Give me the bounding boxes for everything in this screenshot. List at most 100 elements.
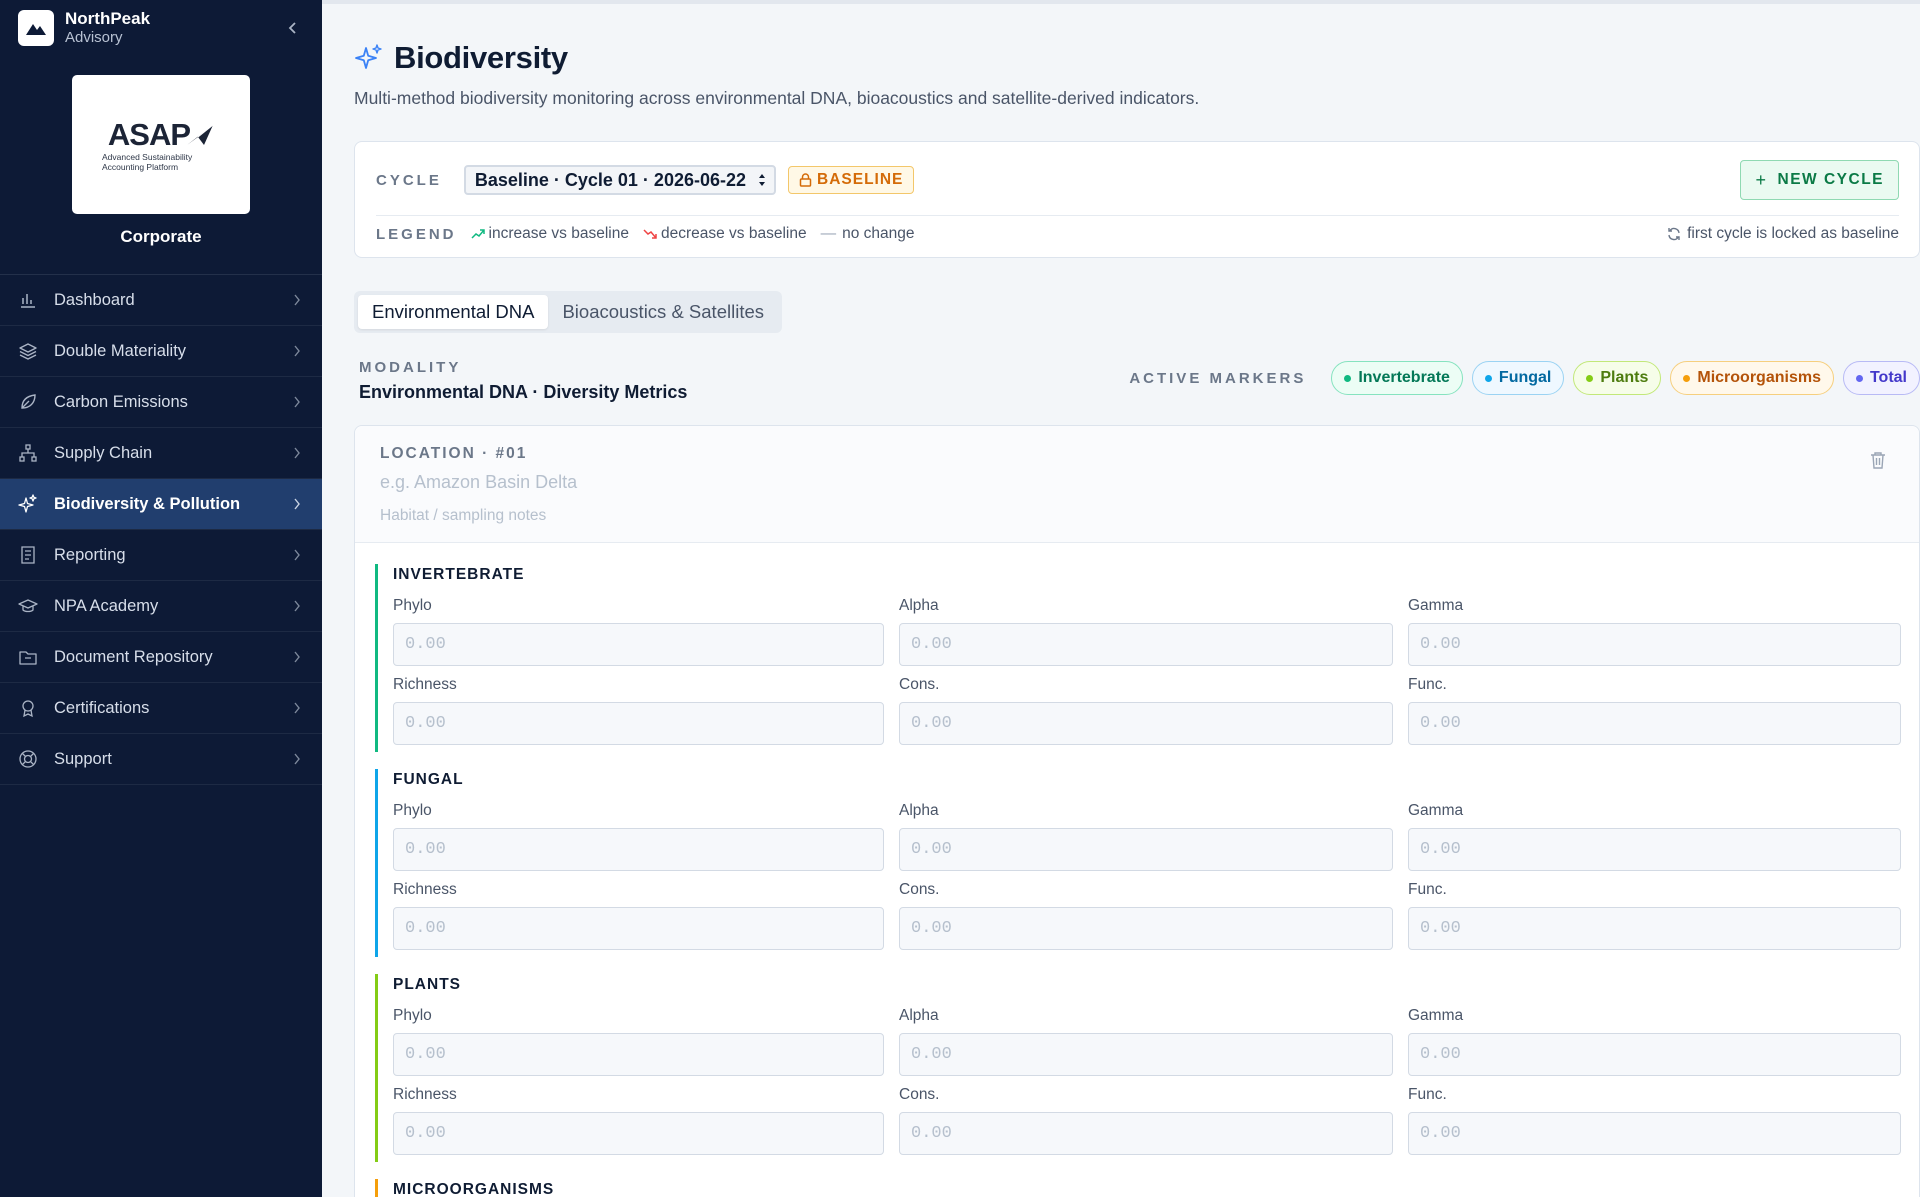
metric-input-gamma[interactable] [1408,623,1901,666]
metric-field-phylo: Phylo [393,597,884,676]
chevron-left-icon [288,22,296,34]
sidebar-item-biodiversity-and-pollution[interactable]: Biodiversity & Pollution [0,479,322,530]
delete-location-button[interactable] [1867,449,1889,471]
tab-bioacoustics-and-satellites[interactable]: Bioacoustics & Satellites [548,295,778,329]
metric-label: Alpha [899,597,939,614]
metric-label: Phylo [393,802,432,819]
metric-field-gamma: Gamma [1408,802,1901,881]
marker-group-title: MICROORGANISMS [393,1181,555,1197]
client-logo: ASAP Advanced Sustainability Accounting … [72,75,250,214]
marker-chip-label: Total [1869,369,1907,386]
metric-input-func[interactable] [1408,1112,1901,1155]
metric-input-richness[interactable] [393,1112,884,1155]
sidebar-item-label: Document Repository [54,647,213,666]
report-icon [18,545,38,565]
metric-input-phylo[interactable] [393,623,884,666]
marker-chip-microorganisms[interactable]: Microorganisms [1670,361,1834,395]
collapse-sidebar-button[interactable] [282,17,304,39]
marker-chip-total[interactable]: Total [1842,361,1920,395]
metric-input-richness[interactable] [393,907,884,950]
metric-label: Alpha [899,1007,939,1024]
cycle-select-value: Baseline · Cycle 01 · 2026-06-22 [474,169,747,190]
sidebar-item-support[interactable]: Support [0,734,322,785]
cycle-select[interactable]: Baseline · Cycle 01 · 2026-06-22 [463,165,777,195]
metric-input-func[interactable] [1408,907,1901,950]
folder-icon [18,647,38,667]
location-name-input[interactable] [380,472,980,493]
sidebar-item-supply-chain[interactable]: Supply Chain [0,428,322,479]
metric-field-gamma: Gamma [1408,1007,1901,1086]
marker-chip-fungal[interactable]: Fungal [1471,361,1565,395]
divider [376,215,1899,216]
metric-field-phylo: Phylo [393,802,884,881]
sidebar-item-dashboard[interactable]: Dashboard [0,275,322,326]
tab-environmental-dna[interactable]: Environmental DNA [358,295,549,329]
baseline-badge: BASELINE [788,166,915,194]
metric-label: Cons. [899,676,940,693]
legend-decrease: decrease vs baseline [643,225,807,243]
trending-up-icon [470,229,485,239]
modality-block: MODALITY Environmental DNA · Diversity M… [359,359,687,403]
legend-increase-text: increase vs baseline [488,225,629,242]
metric-label: Gamma [1408,1007,1464,1024]
chevron-right-icon [290,752,304,766]
metric-field-richness: Richness [393,1086,884,1165]
new-cycle-button[interactable]: + NEW CYCLE [1740,160,1899,200]
metric-label: Richness [393,1086,457,1103]
metric-input-richness[interactable] [393,702,884,745]
sidebar-item-label: Double Materiality [54,341,187,360]
sidebar-item-npa-academy[interactable]: NPA Academy [0,581,322,632]
sidebar-item-reporting[interactable]: Reporting [0,530,322,581]
metric-input-cons[interactable] [899,1112,1393,1155]
marker-chip-label: Microorganisms [1697,369,1821,386]
metric-input-phylo[interactable] [393,828,884,871]
metric-input-cons[interactable] [899,907,1393,950]
metric-label: Phylo [393,1007,432,1024]
modality-label: MODALITY [359,359,462,376]
legend-nochange-text: no change [842,225,915,242]
metric-label: Func. [1408,1086,1447,1103]
legend-label: LEGEND [376,225,457,243]
legend-increase: increase vs baseline [470,225,629,243]
metric-input-func[interactable] [1408,702,1901,745]
metric-input-gamma[interactable] [1408,828,1901,871]
marker-group-title: FUNGAL [393,771,464,788]
metric-input-alpha[interactable] [899,623,1393,666]
location-notes-input[interactable] [380,507,980,525]
main-content: Biodiversity Multi-method biodiversity m… [322,0,1920,1197]
marker-chip-label: Fungal [1498,369,1552,386]
cycle-row: CYCLE Baseline · Cycle 01 · 2026-06-22 B… [376,160,1899,200]
metric-field-func: Func. [1408,676,1901,755]
page-header: Biodiversity Multi-method biodiversity m… [354,40,1199,109]
refresh-icon [1668,227,1680,241]
sidebar-item-certifications[interactable]: Certifications [0,683,322,734]
metric-input-phylo[interactable] [393,1033,884,1076]
metric-input-gamma[interactable] [1408,1033,1901,1076]
metric-label: Func. [1408,881,1447,898]
metric-label: Phylo [393,597,432,614]
status-dot [1855,374,1863,382]
baseline-badge-label: BASELINE [817,171,904,188]
sidebar-item-carbon-emissions[interactable]: Carbon Emissions [0,377,322,428]
marker-chip-plants[interactable]: Plants [1573,361,1662,395]
modality-value: Environmental DNA · Diversity Metrics [359,382,688,402]
trash-icon [1871,452,1885,469]
metric-input-cons[interactable] [899,702,1393,745]
sidebar-item-document-repository[interactable]: Document Repository [0,632,322,683]
layers-icon [18,341,38,361]
chevron-right-icon [290,446,304,460]
active-markers: ACTIVE MARKERS Invertebrate Fungal Plants M… [1129,361,1920,395]
sidebar-item-double-materiality[interactable]: Double Materiality [0,326,322,377]
network-icon [18,443,38,463]
metric-label: Alpha [899,802,939,819]
sidebar-item-label: Dashboard [54,290,135,309]
marker-chip-label: Plants [1600,369,1649,386]
cycle-label: CYCLE [376,171,442,189]
metric-input-alpha[interactable] [899,1033,1393,1076]
sidebar-item-label: Carbon Emissions [54,392,188,411]
metric-input-alpha[interactable] [899,828,1393,871]
metric-field-richness: Richness [393,881,884,960]
leaf-icon [18,392,38,412]
life-buoy-icon [18,749,38,769]
marker-chip-invertebrate[interactable]: Invertebrate [1331,361,1463,395]
